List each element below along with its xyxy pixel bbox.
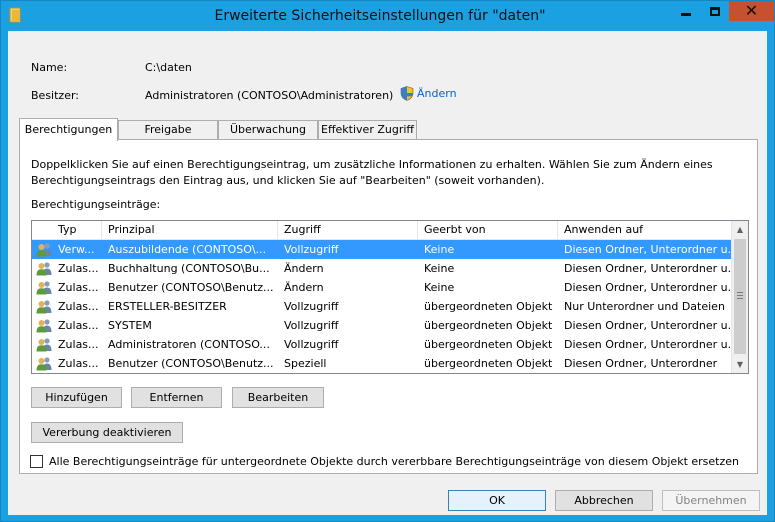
dialog-content: Name: C:\daten Besitzer: Administratoren… (8, 31, 767, 515)
table-row[interactable]: Zulas... ERSTELLER-BESITZER Vollzugriff übe… (32, 297, 732, 316)
tab-auditing[interactable]: Überwachung (218, 120, 318, 140)
cell-type: Zulas... (58, 319, 99, 332)
cell-applies: Diesen Ordner, Unterordner u... (564, 262, 732, 275)
grid-header: Typ Prinzipal Zugriff Geerbt von Anwende… (32, 221, 732, 240)
table-row[interactable]: Zulas... SYSTEM Vollzugriff übergeordneten … (32, 316, 732, 335)
name-value: C:\daten (145, 61, 192, 74)
cell-principal: Benutzer (CONTOSO\Benutz... (108, 357, 274, 370)
cell-principal: Administratoren (CONTOSO... (108, 338, 270, 351)
user-group-icon (36, 280, 52, 295)
cell-inherited: übergeordneten Objekt (424, 357, 553, 370)
minimize-button[interactable] (672, 1, 700, 21)
cell-principal: Benutzer (CONTOSO\Benutz... (108, 281, 274, 294)
cell-inherited: übergeordneten Objekt (424, 319, 553, 332)
cell-applies: Diesen Ordner, Unterordner u... (564, 319, 732, 332)
column-header-principal[interactable]: Prinzipal (102, 221, 278, 240)
cell-inherited: Keine (424, 281, 455, 294)
cell-access: Ändern (284, 262, 324, 275)
column-header-applies[interactable]: Anwenden auf (558, 221, 732, 240)
permissions-description: Doppelklicken Sie auf einen Berechtigung… (31, 158, 713, 187)
dialog-window: Erweiterte Sicherheitseinstellungen für … (0, 0, 775, 522)
cell-type: Zulas... (58, 357, 99, 370)
scroll-up-arrow-icon[interactable]: ▲ (732, 221, 748, 238)
table-row[interactable]: Verw... Auszubildende (CONTOSO\... Vollzug… (32, 240, 732, 259)
cell-type: Zulas... (58, 338, 99, 351)
remove-button[interactable]: Entfernen (131, 387, 222, 408)
cell-applies: Nur Unterordner und Dateien (564, 300, 725, 313)
minimize-icon (681, 12, 691, 16)
add-button[interactable]: Hinzufügen (31, 387, 122, 408)
cell-inherited: übergeordneten Objekt (424, 300, 553, 313)
cell-access: Vollzugriff (284, 243, 339, 256)
cell-inherited: Keine (424, 262, 455, 275)
cell-access: Ändern (284, 281, 324, 294)
user-group-icon (36, 356, 52, 371)
cell-type: Verw... (58, 243, 95, 256)
column-header-access[interactable]: Zugriff (278, 221, 418, 240)
edit-button[interactable]: Bearbeiten (232, 387, 324, 408)
cell-principal: ERSTELLER-BESITZER (108, 300, 227, 313)
grid-scrollbar[interactable]: ▲ ▼ (731, 221, 748, 373)
scroll-thumb[interactable] (734, 239, 746, 354)
cell-principal: Auszubildende (CONTOSO\... (108, 243, 267, 256)
title-bar[interactable]: Erweiterte Sicherheitseinstellungen für … (1, 1, 774, 31)
tab-permissions[interactable]: Berechtigungen (19, 118, 118, 141)
permissions-panel: Doppelklicken Sie auf einen Berechtigung… (19, 139, 758, 474)
cell-applies: Diesen Ordner, Unterordner u... (564, 338, 732, 351)
cell-type: Zulas... (58, 262, 99, 275)
name-label: Name: (31, 61, 68, 74)
disable-inheritance-button[interactable]: Vererbung deaktivieren (31, 422, 183, 443)
cell-applies: Diesen Ordner, Unterordner u... (564, 281, 732, 294)
owner-label: Besitzer: (31, 89, 79, 102)
change-owner-link-label: Ändern (417, 87, 457, 100)
close-icon: ✕ (744, 1, 759, 20)
grip-icon (737, 292, 743, 299)
change-owner-link[interactable]: Ändern (400, 86, 457, 101)
table-row[interactable]: Zulas... Administratoren (CONTOSO... Vollz… (32, 335, 732, 354)
maximize-button[interactable] (701, 1, 729, 21)
cell-access: Vollzugriff (284, 319, 339, 332)
apply-button[interactable]: Übernehmen (662, 490, 760, 511)
user-group-icon (36, 318, 52, 333)
cell-access: Vollzugriff (284, 300, 339, 313)
user-group-icon (36, 261, 52, 276)
window-title: Erweiterte Sicherheitseinstellungen für … (214, 8, 546, 24)
tab-effective-access[interactable]: Effektiver Zugriff (318, 120, 417, 140)
column-header-type[interactable]: Typ (52, 221, 102, 240)
table-row[interactable]: Zulas... Benutzer (CONTOSO\Benutz... Änder… (32, 278, 732, 297)
replace-child-permissions-checkbox[interactable] (30, 455, 43, 468)
scroll-down-arrow-icon[interactable]: ▼ (732, 356, 748, 373)
cell-type: Zulas... (58, 281, 99, 294)
cell-principal: SYSTEM (108, 319, 152, 332)
cell-applies: Diesen Ordner, Unterordner (564, 357, 718, 370)
uac-shield-icon (400, 86, 414, 101)
owner-value: Administratoren (CONTOSO\Administratoren… (145, 89, 394, 102)
permission-entries-grid[interactable]: Typ Prinzipal Zugriff Geerbt von Anwende… (31, 220, 749, 374)
replace-child-permissions-option[interactable]: Alle Berechtigungseinträge für untergeor… (30, 455, 739, 468)
user-group-icon (36, 242, 52, 257)
user-group-icon (36, 299, 52, 314)
tab-share[interactable]: Freigabe (118, 120, 218, 140)
close-button[interactable]: ✕ (729, 1, 774, 21)
maximize-icon (710, 6, 720, 16)
cell-principal: Buchhaltung (CONTOSO\Bu... (108, 262, 270, 275)
table-row[interactable]: Zulas... Buchhaltung (CONTOSO\Bu... Ändern… (32, 259, 732, 278)
cell-access: Speziell (284, 357, 327, 370)
cell-inherited: Keine (424, 243, 455, 256)
cell-type: Zulas... (58, 300, 99, 313)
ok-button[interactable]: OK (448, 490, 546, 511)
cell-applies: Diesen Ordner, Unterordner u... (564, 243, 732, 256)
entries-label: Berechtigungseinträge: (31, 198, 161, 211)
user-group-icon (36, 337, 52, 352)
cell-inherited: übergeordneten Objekt (424, 338, 553, 351)
table-row[interactable]: Zulas... Benutzer (CONTOSO\Benutz... Spezi… (32, 354, 732, 373)
cell-access: Vollzugriff (284, 338, 339, 351)
column-header-inherited[interactable]: Geerbt von (418, 221, 558, 240)
replace-child-permissions-label: Alle Berechtigungseinträge für untergeor… (49, 455, 739, 468)
cancel-button[interactable]: Abbrechen (555, 490, 653, 511)
